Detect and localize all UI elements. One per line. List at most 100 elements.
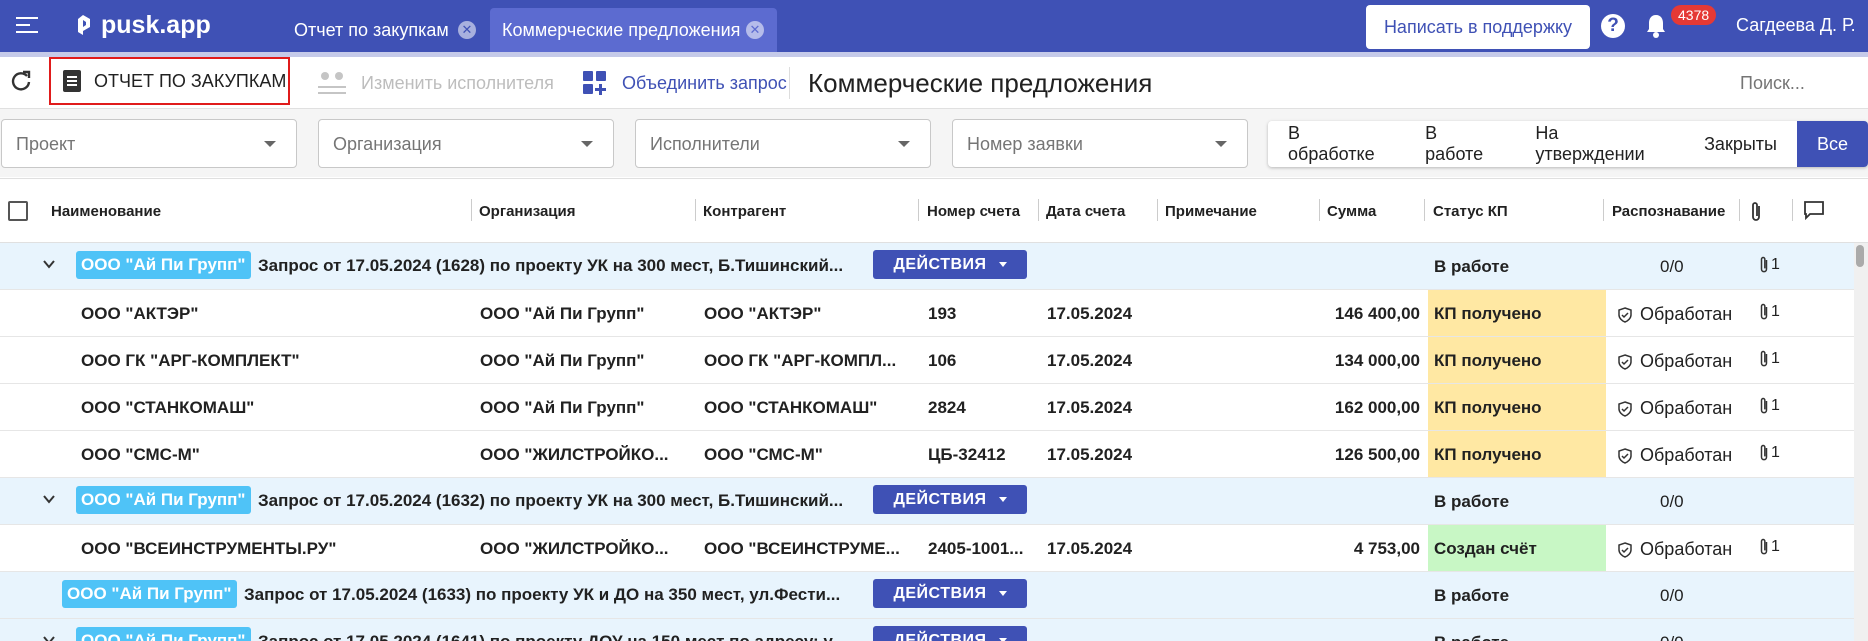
- group-row[interactable]: ООО "Ай Пи Групп" Запрос от 17.05.2024 (…: [0, 478, 1854, 525]
- close-icon[interactable]: ✕: [746, 21, 764, 39]
- kp-status-cell: Создан счёт: [1428, 525, 1606, 571]
- project-select[interactable]: Проект: [1, 119, 297, 168]
- column-divider[interactable]: [1038, 199, 1039, 221]
- attachments-cell[interactable]: 1: [1757, 443, 1780, 463]
- chevron-down-icon[interactable]: [42, 633, 56, 641]
- menu-icon[interactable]: [16, 17, 38, 35]
- cell-name: ООО "СТАНКОМАШ": [81, 398, 255, 417]
- change-executor-button[interactable]: Изменить исполнителя: [317, 69, 554, 97]
- column-divider[interactable]: [695, 199, 696, 221]
- cell-counterparty: ООО "ВСЕИНСТРУМЕ...: [704, 539, 900, 558]
- app-logo[interactable]: pusk.app: [73, 10, 211, 40]
- table-row[interactable]: ООО "СМС-М" ООО "ЖИЛСТРОЙКО... ООО "СМС-…: [0, 431, 1854, 478]
- swap-users-icon: [318, 72, 346, 94]
- group-row[interactable]: ООО "Ай Пи Групп" Запрос от 17.05.2024 (…: [0, 243, 1854, 290]
- status-tab-approval[interactable]: На утверждении: [1515, 121, 1684, 167]
- kp-status-cell: В работе: [1434, 492, 1510, 511]
- organization-select[interactable]: Организация: [318, 119, 614, 168]
- tab-purchase-report[interactable]: Отчет по закупкам ✕: [278, 8, 480, 52]
- close-icon[interactable]: ✕: [458, 21, 476, 39]
- actions-button[interactable]: ДЕЙСТВИЯ: [873, 485, 1027, 514]
- column-header-invoice-number[interactable]: Номер счета: [927, 203, 1020, 220]
- actions-button[interactable]: ДЕЙСТВИЯ: [873, 626, 1027, 641]
- cell-organization: ООО "Ай Пи Групп": [480, 398, 645, 417]
- refresh-icon[interactable]: [9, 69, 33, 93]
- column-divider[interactable]: [1739, 199, 1740, 221]
- chevron-down-icon[interactable]: [42, 492, 56, 506]
- column-header-note[interactable]: Примечание: [1165, 203, 1257, 220]
- table-row[interactable]: ООО "ВСЕИНСТРУМЕНТЫ.РУ" ООО "ЖИЛСТРОЙКО.…: [0, 525, 1854, 572]
- cell-organization: ООО "ЖИЛСТРОЙКО...: [480, 445, 669, 464]
- cell-name: ООО "ВСЕИНСТРУМЕНТЫ.РУ": [81, 539, 337, 558]
- table-row[interactable]: ООО ГК "АРГ-КОМПЛЕКТ" ООО "Ай Пи Групп" …: [0, 337, 1854, 384]
- attachments-cell[interactable]: 1: [1757, 302, 1780, 322]
- chevron-down-icon[interactable]: [42, 257, 56, 271]
- group-row[interactable]: ООО "Ай Пи Групп" Запрос от 17.05.2024 (…: [0, 572, 1854, 619]
- column-header-counterparty[interactable]: Контрагент: [703, 203, 786, 220]
- attachments-cell[interactable]: 1: [1757, 537, 1780, 557]
- select-all-checkbox[interactable]: [8, 201, 28, 221]
- column-divider[interactable]: [1603, 199, 1604, 221]
- column-header-recognition[interactable]: Распознавание: [1612, 203, 1725, 220]
- actions-button[interactable]: ДЕЙСТВИЯ: [873, 250, 1027, 279]
- chevron-down-icon: [264, 141, 276, 147]
- attachments-cell[interactable]: 1: [1757, 255, 1780, 275]
- column-header-kp-status[interactable]: Статус КП: [1433, 203, 1508, 220]
- table-row[interactable]: ООО "АКТЭР" ООО "Ай Пи Групп" ООО "АКТЭР…: [0, 290, 1854, 337]
- chevron-down-icon: [581, 141, 593, 147]
- organization-badge: ООО "Ай Пи Групп": [76, 486, 251, 514]
- document-icon: [63, 70, 81, 92]
- column-divider[interactable]: [1319, 199, 1320, 221]
- column-divider[interactable]: [1424, 199, 1425, 221]
- executors-select[interactable]: Исполнители: [635, 119, 931, 168]
- column-divider[interactable]: [471, 199, 472, 221]
- column-header-invoice-date[interactable]: Дата счета: [1046, 203, 1125, 220]
- merge-request-button[interactable]: Объединить запрос: [582, 69, 787, 97]
- organization-placeholder: Организация: [333, 134, 442, 154]
- group-row[interactable]: ООО "Ай Пи Групп" Запрос от 17.05.2024 (…: [0, 619, 1854, 641]
- column-header-organization[interactable]: Организация: [479, 203, 576, 220]
- cell-invoice-number: ЦБ-32412: [928, 445, 1006, 464]
- recognition-cell: Обработан: [1618, 539, 1732, 560]
- chevron-down-icon: [998, 262, 1007, 267]
- vertical-scrollbar[interactable]: [1854, 243, 1868, 641]
- attachments-count: 1: [1771, 256, 1780, 273]
- column-divider[interactable]: [918, 199, 919, 221]
- help-icon[interactable]: ?: [1601, 14, 1625, 38]
- bell-icon[interactable]: [1645, 13, 1667, 39]
- actions-label: ДЕЙСТВИЯ: [893, 255, 987, 273]
- attachment-icon: [1760, 350, 1768, 367]
- cell-organization: ООО "Ай Пи Групп": [480, 304, 645, 323]
- status-tab-all[interactable]: Все: [1796, 121, 1868, 167]
- column-header-sum[interactable]: Сумма: [1327, 203, 1376, 220]
- request-number-select[interactable]: Номер заявки: [952, 119, 1248, 168]
- cell-name: ООО "СМС-М": [81, 445, 200, 464]
- column-header-name[interactable]: Наименование: [51, 203, 161, 220]
- attachments-count: 1: [1771, 303, 1780, 320]
- project-placeholder: Проект: [16, 134, 76, 154]
- tab-commercial-offers[interactable]: Коммерческие предложения ✕: [490, 8, 777, 52]
- status-tab-in-work[interactable]: В работе: [1405, 121, 1515, 167]
- support-button[interactable]: Написать в поддержку: [1366, 5, 1590, 49]
- request-title: Запрос от 17.05.2024 (1641) по проекту Д…: [258, 632, 868, 641]
- shield-check-icon: [1618, 400, 1632, 417]
- change-executor-label: Изменить исполнителя: [361, 72, 554, 93]
- attachments-cell[interactable]: 1: [1757, 349, 1780, 369]
- actions-button[interactable]: ДЕЙСТВИЯ: [873, 579, 1027, 608]
- purchase-report-button[interactable]: ОТЧЕТ ПО ЗАКУПКАМ: [49, 57, 290, 105]
- scrollbar-thumb[interactable]: [1856, 245, 1864, 267]
- status-tab-closed[interactable]: Закрыты: [1684, 121, 1797, 167]
- status-tab-processing[interactable]: В обработке: [1268, 121, 1405, 167]
- search-input[interactable]: [1740, 69, 1860, 97]
- attachments-cell[interactable]: 1: [1757, 396, 1780, 416]
- kp-status-cell: КП получено: [1428, 290, 1606, 336]
- column-divider[interactable]: [1157, 199, 1158, 221]
- column-divider[interactable]: [1792, 199, 1793, 221]
- recognition-status: Обработан: [1640, 539, 1733, 559]
- table-row[interactable]: ООО "СТАНКОМАШ" ООО "Ай Пи Групп" ООО "С…: [0, 384, 1854, 431]
- page-title: Коммерческие предложения: [808, 68, 1153, 98]
- user-name[interactable]: Сагдеева Д. Р.: [1736, 15, 1856, 36]
- kp-status-cell: В работе: [1428, 619, 1606, 641]
- shield-check-icon: [1618, 306, 1632, 323]
- cell-sum: 162 000,00: [1334, 398, 1420, 417]
